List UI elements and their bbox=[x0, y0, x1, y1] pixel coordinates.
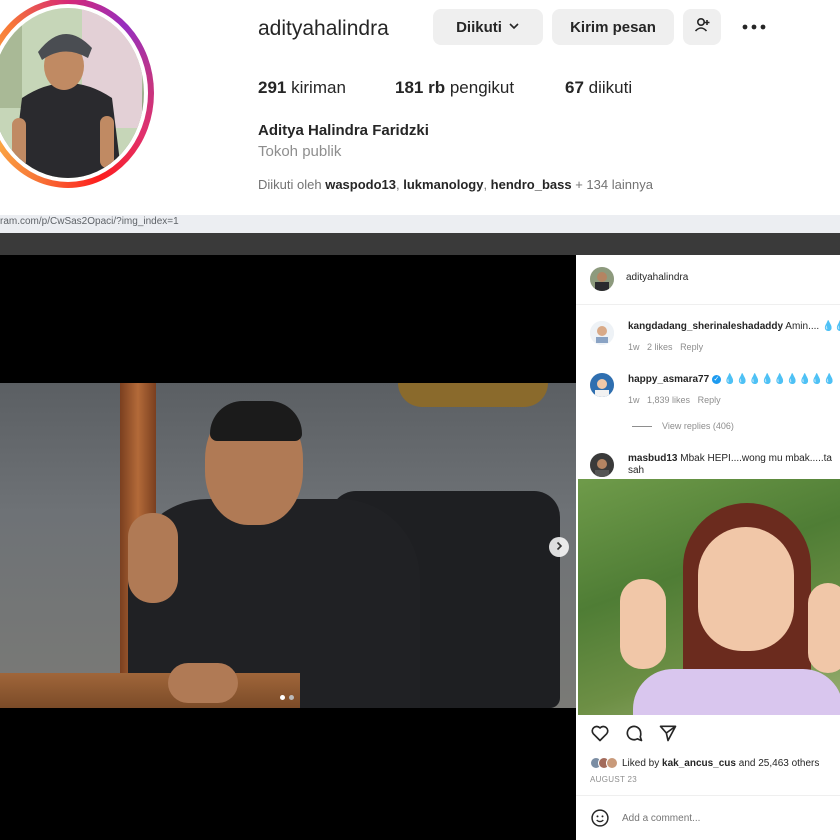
status-url-text: ram.com/p/CwSas2Opaci/?img_index=1 bbox=[0, 216, 179, 227]
liked-by-prefix: Liked by bbox=[622, 757, 660, 769]
replies-divider bbox=[632, 425, 652, 427]
comment-item: kangdadang_sherinaleshadaddy Amin.... 💧💧… bbox=[576, 313, 840, 357]
water-drop-icon: 💧💧 bbox=[821, 321, 840, 332]
add-comment-input[interactable] bbox=[620, 808, 820, 828]
chevron-down-icon bbox=[508, 19, 520, 36]
followed-by-suffix: + 134 lainnya bbox=[575, 177, 653, 192]
commenter-avatar[interactable] bbox=[590, 373, 614, 397]
add-comment-bar bbox=[576, 795, 840, 840]
followed-by-user[interactable]: lukmanology bbox=[403, 177, 483, 192]
view-replies-label: View replies (406) bbox=[662, 421, 734, 431]
post-actions bbox=[590, 723, 678, 748]
following-stat[interactable]: 67 diikuti bbox=[565, 78, 632, 98]
posts-label: kiriman bbox=[291, 78, 346, 97]
comment-image bbox=[578, 479, 840, 715]
woman-hand-left bbox=[620, 579, 666, 669]
emoji-icon[interactable] bbox=[590, 808, 610, 833]
profile-full-name: Aditya Halindra Faridzki bbox=[258, 122, 429, 139]
reply-button[interactable]: Reply bbox=[680, 342, 703, 352]
person-hand-resting bbox=[168, 663, 238, 703]
following-button-label: Diikuti bbox=[456, 18, 502, 36]
comment-text: masbud13 Mbak HEPI....wong mu mbak.....t… bbox=[628, 453, 832, 464]
commenter-avatar[interactable] bbox=[590, 321, 614, 345]
woman-face bbox=[698, 527, 794, 651]
add-person-icon bbox=[693, 16, 711, 38]
comment-item: happy_asmara77 ✓ 💧💧💧💧💧💧💧💧💧 1w 1,839 like… bbox=[576, 365, 840, 445]
comment-username[interactable]: masbud13 bbox=[628, 453, 677, 464]
modal-backdrop bbox=[0, 233, 840, 255]
comment-text: kangdadang_sherinaleshadaddy Amin.... 💧💧 bbox=[628, 321, 840, 332]
comment-icon[interactable] bbox=[624, 723, 644, 748]
share-icon[interactable] bbox=[658, 723, 678, 748]
author-avatar[interactable] bbox=[590, 267, 614, 291]
following-label: diikuti bbox=[588, 78, 633, 97]
next-image-button[interactable] bbox=[549, 537, 569, 557]
profile-category: Tokoh publik bbox=[258, 143, 342, 160]
profile-avatar-story-ring[interactable] bbox=[0, 0, 154, 188]
comments-panel: adityahalindra kangdadang_sherinaleshada… bbox=[576, 255, 840, 840]
likes-summary[interactable]: Liked by kak_ancus_cus and 25,463 others bbox=[590, 757, 819, 769]
followers-stat[interactable]: 181 rb pengikut bbox=[395, 78, 514, 98]
comment-time: 1w bbox=[628, 395, 640, 405]
send-message-button[interactable]: Kirim pesan bbox=[552, 9, 674, 45]
desk bbox=[0, 673, 300, 708]
comment-item: masbud13 Mbak HEPI....wong mu mbak.....t… bbox=[576, 449, 840, 479]
comment-likes[interactable]: 2 likes bbox=[647, 342, 673, 352]
carousel-dot-active bbox=[280, 695, 285, 700]
post-author-username[interactable]: adityahalindra bbox=[626, 272, 688, 283]
following-button[interactable]: Diikuti bbox=[433, 9, 543, 45]
comment-body: Amin.... bbox=[785, 321, 820, 332]
profile-header: adityahalindra Diikuti Kirim pesan 291 k… bbox=[0, 0, 840, 215]
more-options-icon[interactable] bbox=[740, 16, 768, 43]
liked-by-text: Liked by kak_ancus_cus and 25,463 others bbox=[622, 758, 819, 769]
following-count: 67 bbox=[565, 78, 584, 97]
profile-avatar bbox=[0, 8, 144, 178]
comment-username[interactable]: happy_asmara77 bbox=[628, 374, 709, 385]
woman-top bbox=[633, 669, 840, 715]
comment-meta: 1w 2 likes Reply bbox=[628, 342, 703, 352]
followed-by-prefix: Diikuti oleh bbox=[258, 177, 322, 192]
status-url-bar: ram.com/p/CwSas2Opaci/?img_index=1 bbox=[0, 215, 840, 233]
woman-hand-right bbox=[808, 583, 840, 673]
post-image bbox=[0, 383, 576, 708]
person-hand bbox=[128, 513, 178, 603]
comment-text: happy_asmara77 ✓ 💧💧💧💧💧💧💧💧💧 bbox=[628, 374, 836, 385]
chevron-right-icon bbox=[554, 538, 564, 556]
commenter-avatar[interactable] bbox=[590, 453, 614, 477]
followers-label: pengikut bbox=[449, 78, 515, 97]
person-hair bbox=[210, 401, 302, 441]
view-replies-button[interactable]: View replies (406) bbox=[632, 421, 734, 431]
comment-time: 1w bbox=[628, 342, 640, 352]
comment-body: 💧💧💧💧💧💧💧💧💧 bbox=[723, 374, 836, 385]
heart-icon[interactable] bbox=[590, 723, 610, 748]
post-date: AUGUST 23 bbox=[590, 775, 638, 784]
carousel-dot bbox=[289, 695, 294, 700]
comment-likes[interactable]: 1,839 likes bbox=[647, 395, 690, 405]
followed-by-user[interactable]: waspodo13 bbox=[325, 177, 396, 192]
comment-meta: 1w 1,839 likes Reply bbox=[628, 395, 721, 405]
followers-count: 181 rb bbox=[395, 78, 446, 97]
suggest-people-button[interactable] bbox=[683, 9, 721, 45]
verified-badge-icon: ✓ bbox=[711, 374, 721, 384]
send-message-label: Kirim pesan bbox=[570, 18, 656, 36]
followed-by-line[interactable]: Diikuti oleh waspodo13, lukmanology, hen… bbox=[258, 177, 653, 192]
liked-by-user[interactable]: kak_ancus_cus bbox=[662, 758, 736, 769]
posts-count: 291 bbox=[258, 78, 287, 97]
profile-username: adityahalindra bbox=[258, 17, 389, 40]
reply-button[interactable]: Reply bbox=[698, 395, 721, 405]
carousel-indicator bbox=[280, 695, 294, 700]
liker-avatars bbox=[590, 757, 618, 769]
liked-by-suffix[interactable]: and 25,463 others bbox=[739, 758, 820, 769]
followed-by-user[interactable]: hendro_bass bbox=[491, 177, 572, 192]
posts-stat: 291 kiriman bbox=[258, 78, 346, 98]
comment-username[interactable]: kangdadang_sherinaleshadaddy bbox=[628, 321, 783, 332]
comment-body: Mbak HEPI....wong mu mbak.....ta bbox=[680, 453, 832, 464]
wall-emblem bbox=[398, 383, 548, 407]
comment-body-continued: sah bbox=[628, 465, 645, 476]
post-header: adityahalindra bbox=[576, 255, 840, 305]
